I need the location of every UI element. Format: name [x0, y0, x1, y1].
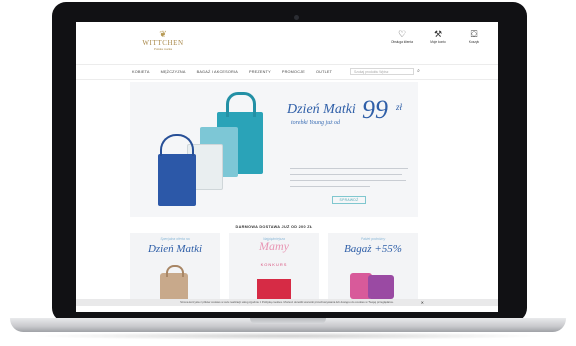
card-title: Dzień Matki — [147, 243, 203, 255]
search-icon[interactable]: ⌕ — [414, 68, 423, 75]
hero-currency: zł — [396, 102, 403, 112]
nav-item-promocje[interactable]: PROMOCJE — [282, 65, 305, 79]
bag-navy — [158, 154, 196, 206]
hero-text-line — [290, 168, 408, 169]
laptop-notch — [250, 318, 326, 324]
laptop-shadow — [30, 332, 546, 340]
hero-subtitle: torebki Young już od — [291, 120, 341, 126]
bag-icon: ⛋ — [470, 29, 478, 39]
logo-tagline: Polska marka — [153, 47, 173, 51]
nav-item-kobieta[interactable]: KOBIETA — [132, 65, 150, 79]
nav-item-mezczyzna[interactable]: MĘŻCZYZNA — [161, 65, 186, 79]
red-bag-image — [257, 279, 291, 299]
free-delivery-heading: DARMOWA DOSTAWA JUŻ OD 200 ZŁ — [235, 225, 313, 229]
bag-handle — [226, 92, 256, 117]
header-icon-label: Koszyk — [468, 40, 480, 44]
main-nav: KOBIETA MĘŻCZYZNA BAGAŻ I AKCESORIA PREZ… — [76, 64, 498, 80]
cookie-text: Strona korzysta z plików cookies w celu … — [180, 300, 394, 304]
laptop-screen: ❦ WITTCHEN Polska marka ♡ Obsługa klient… — [76, 22, 498, 312]
wrench-icon: ⚒ — [433, 29, 443, 39]
header-icon-label: Moje konto — [430, 40, 446, 44]
card-subtitle: KONKURS — [260, 262, 288, 267]
handbag-handle — [166, 265, 184, 277]
hero-text-line — [290, 186, 370, 187]
search-input[interactable]: Szukaj produktu Wpisz — [350, 68, 414, 75]
suitcase-purple-image — [368, 275, 394, 299]
heart-hanger-icon: ♡ — [397, 29, 407, 39]
logo-crest-icon: ❦ — [159, 29, 167, 39]
hero-title: Dzień Matki — [287, 102, 356, 117]
close-icon[interactable]: ✕ — [421, 299, 424, 306]
promo-card-luggage[interactable]: Pakiet podróżny Bagaż +55% — [328, 233, 418, 299]
hero-price: 99 — [362, 95, 388, 124]
my-account-button[interactable]: ⚒ Moje konto — [426, 29, 450, 44]
card-kicker: Specjalna oferta na — [160, 237, 190, 241]
promo-card-mothers-day[interactable]: Specjalna oferta na Dzień Matki — [130, 233, 220, 299]
card-kicker: Pakiet podróżny — [360, 237, 386, 241]
site-logo[interactable]: ❦ WITTCHEN Polska marka — [138, 29, 188, 52]
logo-name: WITTCHEN — [142, 39, 184, 47]
hero-text-line — [290, 174, 402, 175]
customer-service-button[interactable]: ♡ Obsługa klienta — [390, 29, 414, 44]
promo-card-contest[interactable]: Najpiękniejsza Mamy KONKURS — [229, 233, 319, 299]
nav-items: KOBIETA MĘŻCZYZNA BAGAŻ I AKCESORIA PREZ… — [132, 65, 332, 79]
nav-item-outlet[interactable]: OUTLET — [316, 65, 332, 79]
nav-item-bagaz[interactable]: BAGAŻ I AKCESORIA — [197, 65, 238, 79]
site-header: ❦ WITTCHEN Polska marka ♡ Obsługa klient… — [76, 22, 498, 60]
bag-strap — [160, 134, 194, 156]
card-title: Bagaż +55% — [344, 243, 402, 255]
cookie-bar: Strona korzysta z plików cookies w celu … — [76, 299, 498, 306]
cart-button[interactable]: ⛋ Koszyk — [462, 29, 486, 44]
header-icon-label: Obsługa klienta — [391, 40, 413, 44]
webcam — [294, 15, 299, 20]
hero-banner[interactable]: Dzień Matki torebki Young już od 99 zł S… — [130, 82, 418, 217]
hero-cta-button[interactable]: SPRAWDŹ — [332, 196, 366, 204]
header-icons: ♡ Obsługa klienta ⚒ Moje konto ⛋ Koszyk — [390, 29, 486, 44]
card-title: Mamy — [259, 239, 289, 253]
hero-text-line — [290, 180, 406, 181]
nav-item-prezenty[interactable]: PREZENTY — [249, 65, 271, 79]
